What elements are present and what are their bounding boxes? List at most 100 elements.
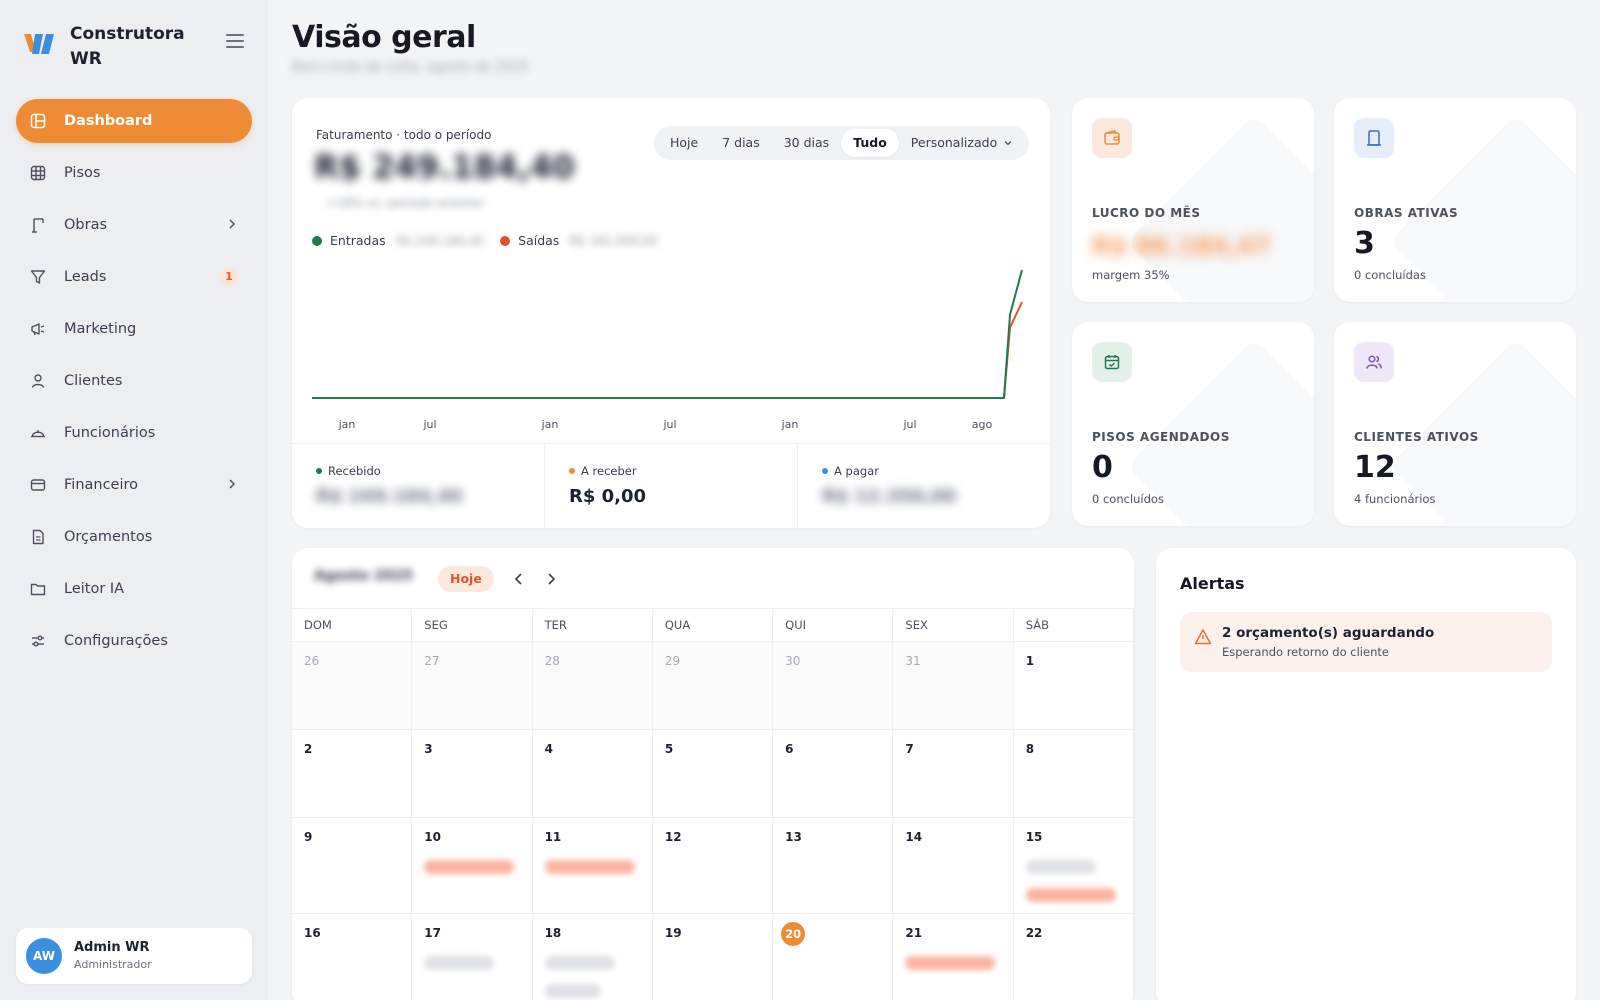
calendar-day[interactable]: 27 [412,642,533,730]
range-tab-tudo[interactable]: Tudo [841,129,899,157]
avatar: AW [26,938,62,974]
calendar-day[interactable]: 2 [292,730,413,818]
chevron-left-icon[interactable] [510,570,528,588]
calendar-day[interactable]: 30 [773,642,894,730]
stat-recebido-value: R$ 249.184,40 [316,486,463,507]
sidebar-item-marketing[interactable]: Marketing [16,307,252,351]
calendar-weekdays: DOM SEG TER QUA QUI SEX SÁB [292,608,1134,642]
calendar-day[interactable]: 13 [773,818,894,914]
calendar-day-today[interactable]: 20 [773,914,894,1000]
alert-item[interactable]: 2 orçamento(s) aguardando Esperando reto… [1180,612,1552,672]
calendar-day[interactable]: 8 [1013,730,1134,818]
card-icon [30,479,46,491]
sidebar-item-label: Leitor IA [64,581,125,597]
weekday: TER [533,609,653,641]
day-number: 28 [544,654,560,668]
calendar-day[interactable]: 10 [412,818,533,914]
calendar-day[interactable]: 22 [1014,914,1134,1000]
kpi-sub: 0 concluídos [1092,492,1164,506]
user-card[interactable]: AW Admin WR Administrador [16,928,252,984]
calendar-day[interactable]: 18 [533,914,653,1000]
kpi-label: PISOS AGENDADOS [1092,430,1230,444]
stat-dot [569,468,575,474]
calendar-day[interactable]: 29 [652,642,774,730]
sidebar-item-funcionarios[interactable]: Funcionários [16,411,252,455]
kpi-value: 12 [1354,450,1396,485]
chart-legend: Entradas R$ 249.184,40 Saídas R$ 162.000… [312,233,674,248]
sidebar-item-clientes[interactable]: Clientes [16,359,252,403]
range-tab-30-dias[interactable]: 30 dias [772,129,841,157]
sidebar-nav: Dashboard Pisos Obras Leads 1 Marketing … [16,99,252,671]
calendar-day[interactable]: 15 [1013,818,1134,914]
calendar-event[interactable] [1025,888,1116,902]
calendar-check-icon [1092,342,1132,382]
sidebar-item-leads[interactable]: Leads 1 [16,255,252,299]
calendar-day[interactable]: 3 [412,730,533,818]
calendar-day[interactable]: 4 [532,730,653,818]
weekday: DOM [292,609,413,641]
calendar-day[interactable]: 21 [893,914,1014,1000]
calendar-day[interactable]: 17 [412,914,533,1000]
sidebar-item-label: Funcionários [64,425,156,441]
calendar-day[interactable]: 7 [893,730,1014,818]
legend-saidas: Saídas [518,233,560,248]
page-title: Visão geral [292,20,476,55]
day-number: 27 [424,654,440,668]
calendar-day[interactable]: 19 [653,914,774,1000]
calendar-day[interactable]: 31 [893,642,1014,730]
calendar-event[interactable] [1025,860,1096,874]
brand[interactable]: Construtora WR [24,18,244,72]
range-tab-hoje[interactable]: Hoje [658,129,710,157]
day-number: 29 [664,654,681,668]
calendar-day[interactable]: 11 [532,818,653,914]
calendar-event[interactable] [544,860,635,874]
calendar-day[interactable]: 16 [292,914,413,1000]
stat-apagar-label: A pagar [834,464,879,478]
range-tab-7-dias[interactable]: 7 dias [710,129,772,157]
sidebar-item-obras[interactable]: Obras [16,203,252,247]
kpi-value: R$ 86.184,47 [1092,232,1271,260]
calendar-day[interactable]: 12 [652,818,774,914]
calendar-day[interactable]: 14 [893,818,1014,914]
calendar-day[interactable]: 26 [292,642,413,730]
calendar-day[interactable]: 9 [292,818,413,914]
calendar-event[interactable] [905,956,996,970]
user-role: Administrador [74,958,152,971]
day-number: 1 [1025,654,1035,668]
calendar-day[interactable]: 5 [652,730,774,818]
calendar-day[interactable]: 28 [532,642,653,730]
dashboard-icon [30,113,46,129]
sidebar-item-financeiro[interactable]: Financeiro [16,463,252,507]
day-number: 10 [424,830,441,844]
day-number: 3 [424,742,433,756]
brand-logo-icon [24,34,54,54]
calendar-event[interactable] [424,956,495,970]
calendar-day[interactable]: 1 [1013,642,1134,730]
day-number: 8 [1025,742,1035,756]
calendar-event[interactable] [544,984,601,998]
chevron-right-icon[interactable] [542,570,560,588]
sidebar-item-pisos[interactable]: Pisos [16,151,252,195]
range-tab-personalizado[interactable]: Personalizado [899,129,1025,157]
sidebar-item-configuracoes[interactable]: Configurações [16,619,252,663]
kpi-label: LUCRO DO MÊS [1092,206,1201,220]
warning-icon [1194,629,1212,645]
calendar-card: Agosto 2025 Hoje DOM SEG TER QUA QUI SEX… [292,548,1134,1000]
sidebar-item-dashboard[interactable]: Dashboard [16,99,252,143]
calendar-event[interactable] [544,956,615,970]
brand-name: Construtora WR [70,24,185,69]
sidebar-item-leitor-ia[interactable]: Leitor IA [16,567,252,611]
day-number: 4 [544,742,553,756]
revenue-chart: jan jul jan jul jan jul ago [312,269,1023,431]
day-number: 5 [664,742,674,756]
menu-toggle-icon[interactable] [226,34,244,48]
alert-subtext: Esperando retorno do cliente [1222,645,1389,659]
folder-icon [30,583,46,596]
calendar-event[interactable] [424,860,515,874]
day-number: 15 [1025,830,1043,844]
day-number: 17 [424,926,441,940]
sidebar-item-orcamentos[interactable]: Orçamentos [16,515,252,559]
sliders-icon [32,635,44,647]
calendar-today-button[interactable]: Hoje [438,566,494,592]
calendar-day[interactable]: 6 [773,730,894,818]
